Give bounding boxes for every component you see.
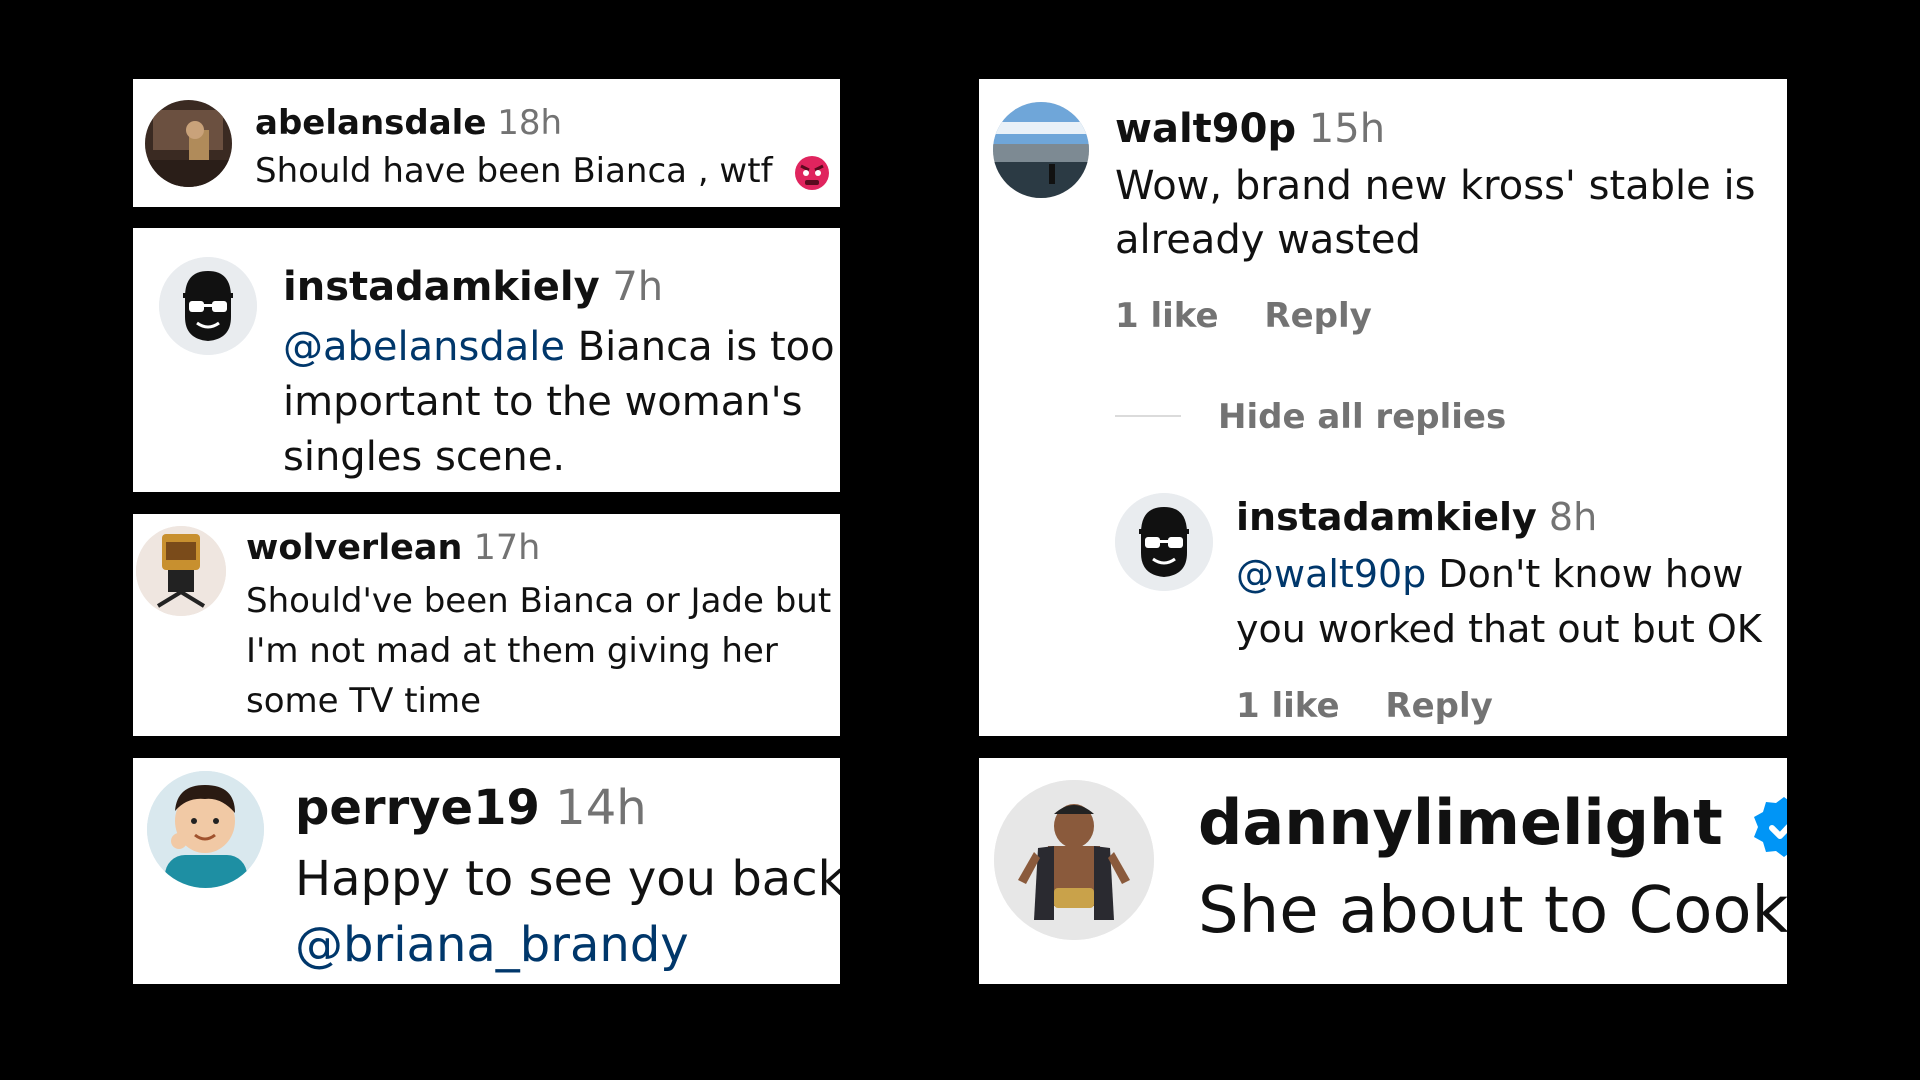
avatar[interactable] (993, 102, 1089, 198)
username[interactable]: perrye19 (295, 780, 540, 836)
comment-text-line: Should've been Bianca or Jade but (246, 581, 832, 621)
comment-card-abelansdale: abelansdale 18h Should have been Bianca … (133, 79, 840, 207)
comment-text-line: singles scene. (283, 434, 566, 480)
mention-link[interactable]: @walt90p (1236, 552, 1426, 596)
comment-text-line: already wasted (1115, 217, 1421, 263)
timestamp: 18h (497, 103, 563, 143)
avatar[interactable] (136, 526, 226, 616)
avatar[interactable] (145, 100, 232, 187)
reply-button[interactable]: Reply (1264, 296, 1371, 336)
timestamp: 14h (555, 780, 647, 836)
comment-card-instadamkiely: instadamkiely 7h @abelansdale Bianca is … (133, 228, 840, 492)
reply-text-line: Don't know how (1426, 552, 1744, 596)
reply-reply-button[interactable]: Reply (1385, 686, 1492, 726)
comment-text-line: some TV time (246, 681, 482, 721)
avatar[interactable] (147, 771, 264, 888)
mention-link[interactable]: @briana_brandy (295, 912, 840, 978)
comment-text-line: I'm not mad at them giving her (246, 631, 778, 671)
comment-text: Should have been Bianca , wtf (255, 151, 773, 191)
timestamp: 7h (612, 264, 664, 310)
reply-username[interactable]: instadamkiely (1236, 495, 1537, 539)
comment-text-line: Wow, brand new kross' stable is (1115, 163, 1756, 209)
username[interactable]: walt90p (1115, 106, 1296, 152)
reply-text-line: you worked that out but OK (1236, 607, 1762, 651)
comment-text: She about to Cook (1198, 874, 1787, 948)
timestamp: 15h (1308, 106, 1386, 152)
replies-divider (1115, 415, 1181, 417)
username[interactable]: dannylimelight (1198, 786, 1723, 859)
reply-avatar[interactable] (1115, 493, 1213, 591)
avatar[interactable] (159, 257, 257, 355)
comment-card-wolverlean: wolverlean 17h Should've been Bianca or … (133, 514, 840, 736)
username[interactable]: instadamkiely (283, 264, 600, 310)
like-count[interactable]: 1 like (1115, 296, 1219, 336)
comment-card-dannylimelight: dannylimelight She about to Cook (979, 758, 1787, 984)
comment-card-walt90p: walt90p 15h Wow, brand new kross' stable… (979, 79, 1787, 736)
avatar[interactable] (994, 780, 1154, 940)
comment-text-line: Happy to see you back (295, 851, 840, 907)
reply-like-count[interactable]: 1 like (1236, 686, 1340, 726)
verified-badge-icon (1752, 795, 1787, 859)
mention-link[interactable]: @abelansdale (283, 324, 565, 370)
hide-replies-button[interactable]: Hide all replies (1218, 397, 1506, 437)
timestamp: 17h (473, 528, 541, 568)
angry-face-icon (793, 154, 831, 192)
comment-text-line: Bianca is too (564, 324, 835, 370)
comment-text-line: important to the woman's (283, 379, 803, 425)
reply-timestamp: 8h (1548, 495, 1598, 539)
comment-card-perrye19: perrye19 14h Happy to see you back @bria… (133, 758, 840, 984)
username[interactable]: abelansdale (255, 103, 486, 143)
username[interactable]: wolverlean (246, 528, 462, 568)
